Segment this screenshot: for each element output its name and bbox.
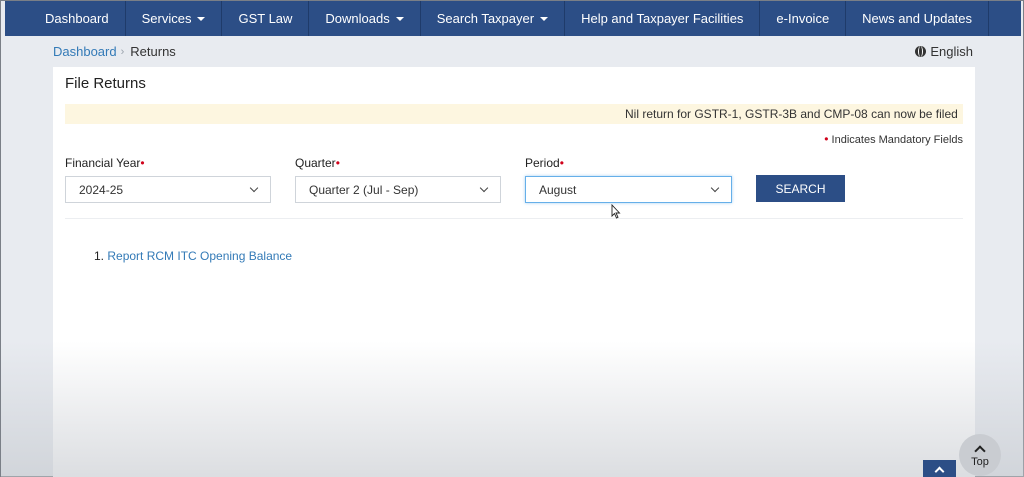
financial-year-select[interactable]: 2024-25 — [65, 176, 271, 203]
chevron-down-icon — [249, 183, 259, 193]
report-rcm-itc-opening-balance-link[interactable]: Report RCM ITC Opening Balance — [107, 249, 292, 263]
caret-down-icon — [540, 16, 549, 21]
page-title: File Returns — [65, 75, 146, 92]
globe-icon — [915, 46, 927, 57]
nav-dashboard[interactable]: Dashboard — [5, 1, 126, 36]
nav-news-updates[interactable]: News and Updates — [846, 1, 990, 36]
mouse-cursor-icon — [611, 204, 621, 219]
arrow-up-icon — [974, 444, 986, 457]
mandatory-note-text: Indicates Mandatory Fields — [831, 134, 963, 146]
list-item-number: 1. — [94, 249, 105, 263]
nav-services[interactable]: Services — [126, 1, 223, 36]
quarter-label-text: Quarter — [295, 156, 336, 170]
quarter-value: Quarter 2 (Jul - Sep) — [309, 182, 419, 197]
period-value: August — [539, 182, 577, 197]
nav-label: GST Law — [238, 11, 293, 26]
search-button[interactable]: SEARCH — [756, 175, 845, 202]
nav-label: Search Taxpayer — [436, 11, 535, 26]
breadcrumb-dashboard-link[interactable]: Dashboard — [53, 44, 117, 59]
language-label: English — [930, 44, 973, 59]
period-label-text: Period — [525, 156, 560, 170]
chevron-down-icon — [710, 183, 720, 193]
nav-label: e-Invoice — [776, 11, 830, 26]
financial-year-label: Financial Year• — [65, 156, 145, 170]
period-label: Period• — [525, 156, 564, 170]
divider — [65, 218, 963, 219]
notice-text: Nil return for GSTR-1, GSTR-3B and CMP-0… — [625, 107, 958, 121]
chevron-down-icon — [479, 183, 489, 193]
notice-banner: Nil return for GSTR-1, GSTR-3B and CMP-0… — [65, 104, 963, 124]
required-mark: • — [824, 132, 829, 146]
nav-label: Help and Taxpayer Facilities — [581, 11, 744, 26]
breadcrumb-current: Returns — [130, 44, 176, 59]
nav-label: News and Updates — [862, 11, 973, 26]
nav-e-invoice[interactable]: e-Invoice — [760, 1, 847, 36]
back-to-top-button[interactable]: Top — [959, 434, 1001, 476]
nav-gst-law[interactable]: GST Law — [222, 1, 310, 36]
scroll-up-tab[interactable] — [923, 460, 956, 477]
quarter-label: Quarter• — [295, 156, 340, 170]
list-item: 1. Report RCM ITC Opening Balance — [94, 249, 292, 263]
file-returns-card: File Returns Nil return for GSTR-1, GSTR… — [53, 67, 975, 477]
quarter-select[interactable]: Quarter 2 (Jul - Sep) — [295, 176, 501, 203]
caret-down-icon — [197, 16, 206, 21]
period-select[interactable]: August — [525, 176, 732, 203]
mandatory-note: • Indicates Mandatory Fields — [824, 132, 963, 146]
financial-year-label-text: Financial Year — [65, 156, 141, 170]
returns-link-list: 1. Report RCM ITC Opening Balance — [94, 249, 292, 263]
chevron-up-icon — [934, 466, 945, 476]
required-mark: • — [559, 156, 564, 170]
nav-label: Downloads — [325, 11, 390, 26]
nav-search-taxpayer[interactable]: Search Taxpayer — [421, 1, 566, 36]
required-mark: • — [140, 156, 145, 170]
nav-label: Services — [141, 11, 192, 26]
top-navbar: Dashboard Services GST Law Downloads Sea… — [5, 1, 1021, 36]
nav-help-taxpayer-facilities[interactable]: Help and Taxpayer Facilities — [565, 1, 761, 36]
required-mark: • — [335, 156, 340, 170]
breadcrumb: Dashboard › Returns — [53, 44, 176, 59]
language-selector[interactable]: English — [915, 44, 973, 59]
caret-down-icon — [395, 16, 404, 21]
nav-downloads[interactable]: Downloads — [309, 1, 421, 36]
nav-label: Dashboard — [45, 11, 109, 26]
breadcrumb-separator-icon: › — [120, 45, 125, 58]
financial-year-value: 2024-25 — [79, 182, 124, 197]
back-to-top-label: Top — [971, 455, 989, 468]
